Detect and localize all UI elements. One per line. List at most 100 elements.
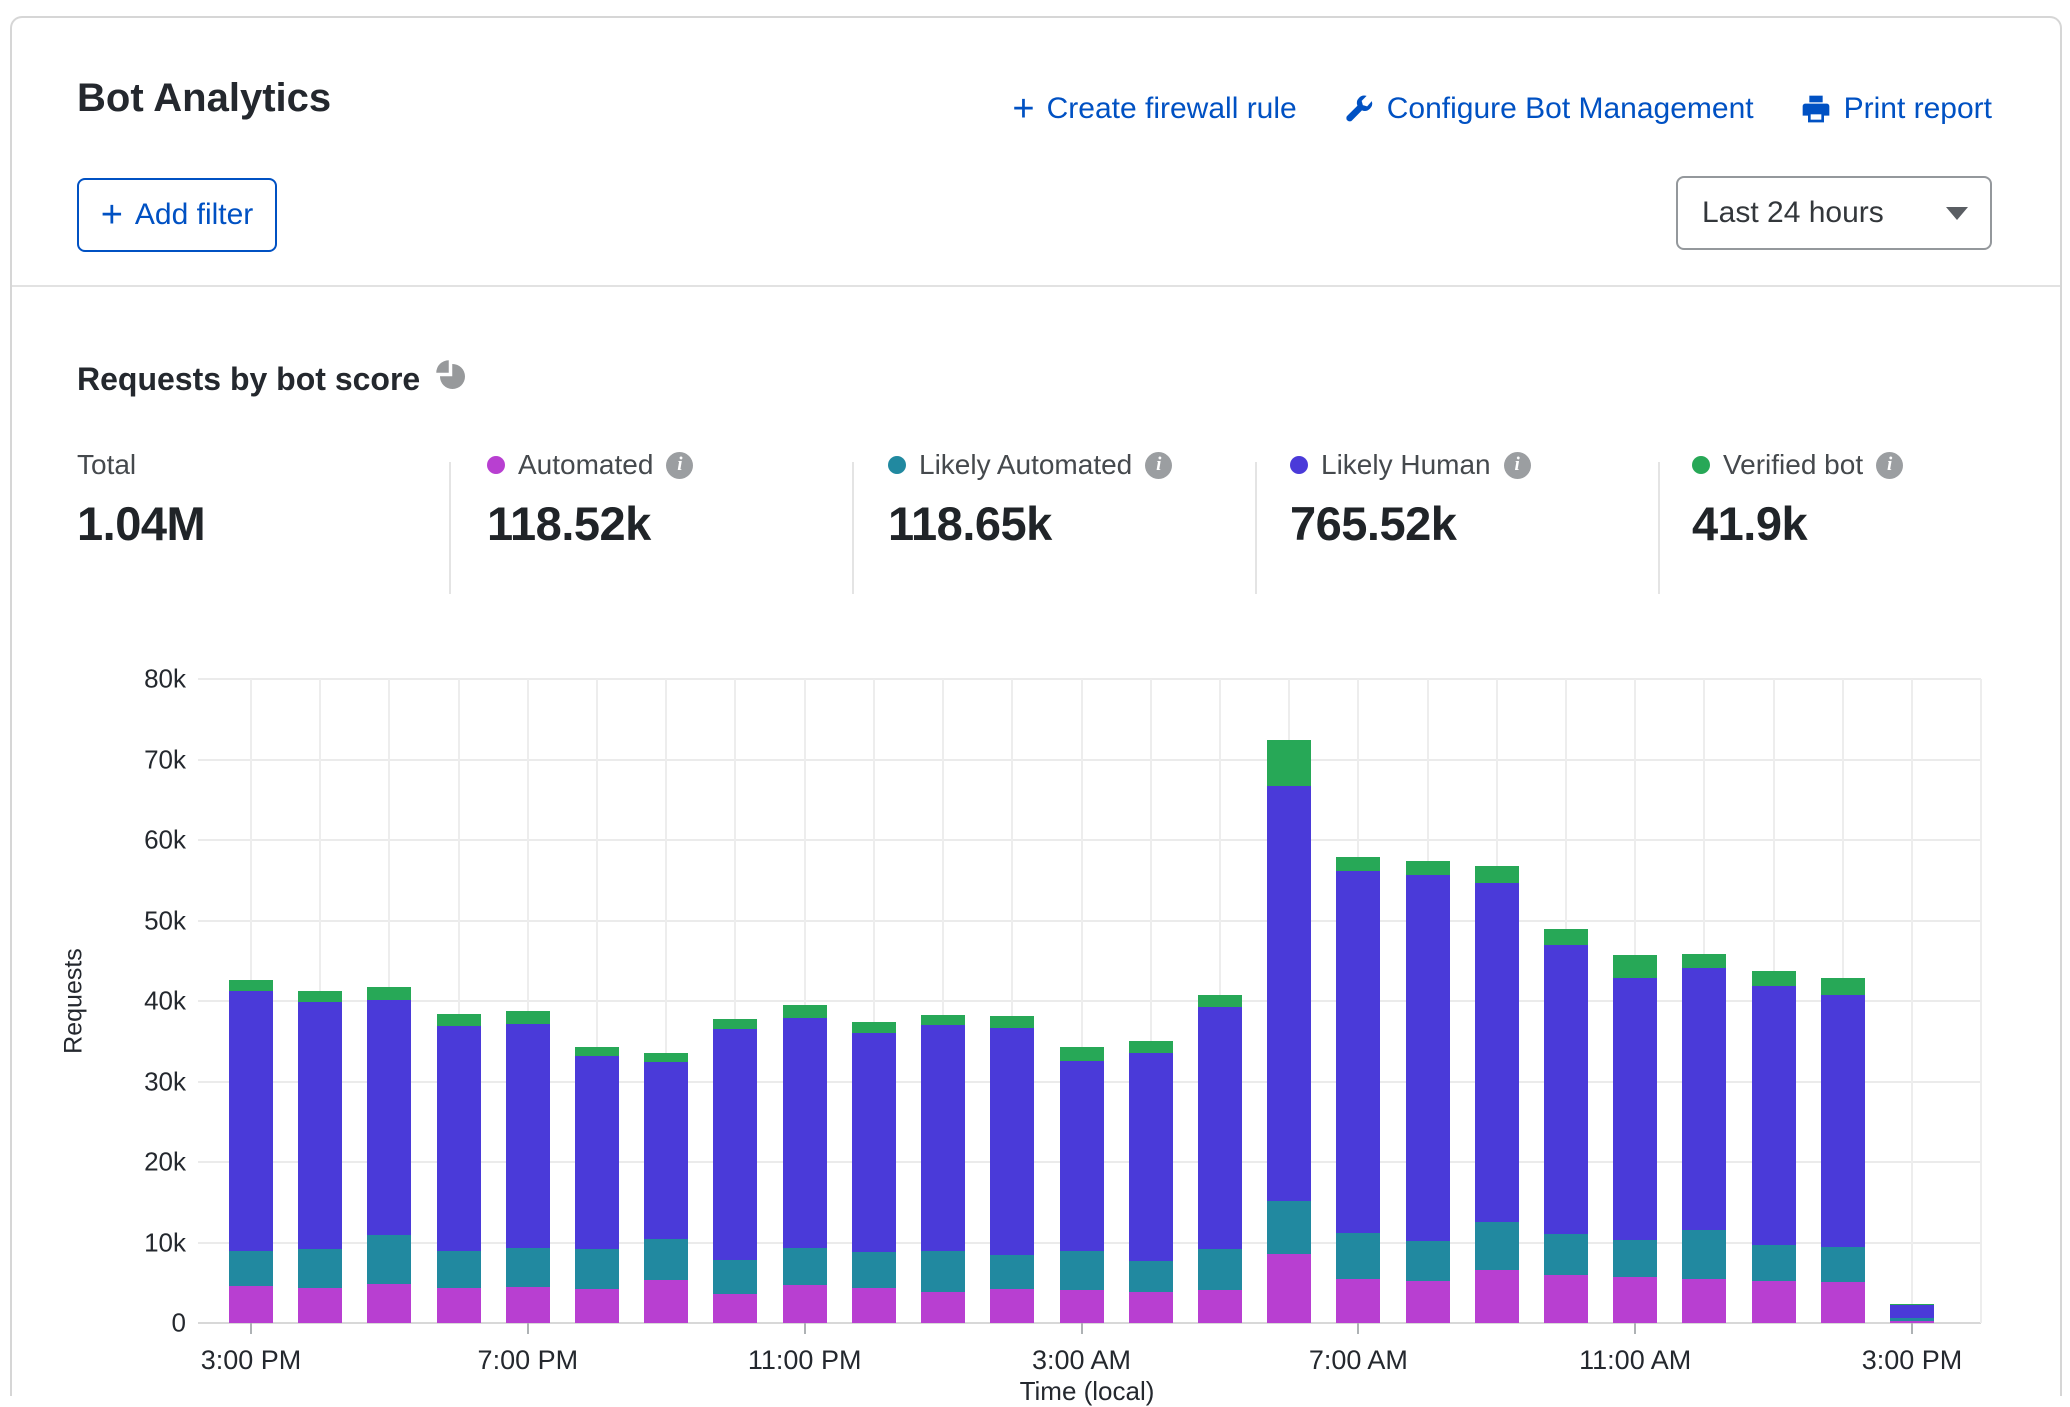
bar-segment[interactable] xyxy=(1336,857,1380,871)
bar-segment[interactable] xyxy=(575,1249,619,1289)
bar-segment[interactable] xyxy=(1752,1281,1796,1323)
bar-segment[interactable] xyxy=(575,1047,619,1056)
info-icon[interactable]: i xyxy=(666,452,693,479)
bar-segment[interactable] xyxy=(713,1294,757,1323)
bar-segment[interactable] xyxy=(1613,1240,1657,1277)
bar-segment[interactable] xyxy=(298,1002,342,1249)
bar-segment[interactable] xyxy=(1198,1249,1242,1290)
bar-segment[interactable] xyxy=(783,1018,827,1248)
bar-segment[interactable] xyxy=(298,1288,342,1323)
bar-segment[interactable] xyxy=(298,1249,342,1288)
bar-segment[interactable] xyxy=(229,991,273,1251)
bar-segment[interactable] xyxy=(852,1022,896,1033)
bar-segment[interactable] xyxy=(990,1289,1034,1323)
info-icon[interactable]: i xyxy=(1504,452,1531,479)
bar-segment[interactable] xyxy=(1267,786,1311,1201)
print-report-link[interactable]: Print report xyxy=(1800,92,1992,126)
bar-segment[interactable] xyxy=(1060,1047,1104,1061)
bar-segment[interactable] xyxy=(1475,1270,1519,1323)
bar-segment[interactable] xyxy=(298,991,342,1001)
bar-segment[interactable] xyxy=(1544,1234,1588,1274)
bar-segment[interactable] xyxy=(852,1252,896,1287)
bar-segment[interactable] xyxy=(1060,1251,1104,1290)
info-icon[interactable]: i xyxy=(1145,452,1172,479)
bar-segment[interactable] xyxy=(1613,978,1657,1240)
bar-segment[interactable] xyxy=(1060,1290,1104,1323)
bar-segment[interactable] xyxy=(1475,866,1519,883)
bar-segment[interactable] xyxy=(1129,1261,1173,1292)
bar-segment[interactable] xyxy=(713,1019,757,1029)
bar-segment[interactable] xyxy=(506,1011,550,1023)
bar-segment[interactable] xyxy=(1821,1282,1865,1323)
bar-segment[interactable] xyxy=(1682,954,1726,968)
bar-segment[interactable] xyxy=(1198,995,1242,1006)
bar-segment[interactable] xyxy=(1682,968,1726,1230)
bar-segment[interactable] xyxy=(783,1005,827,1018)
bar-segment[interactable] xyxy=(1267,1201,1311,1253)
bar-segment[interactable] xyxy=(229,980,273,990)
time-range-dropdown[interactable]: Last 24 hours xyxy=(1676,176,1992,250)
bar-segment[interactable] xyxy=(367,1284,411,1323)
bar-segment[interactable] xyxy=(921,1292,965,1323)
bar-segment[interactable] xyxy=(367,1000,411,1235)
bar-segment[interactable] xyxy=(1060,1061,1104,1252)
bar-segment[interactable] xyxy=(1682,1279,1726,1323)
bar-segment[interactable] xyxy=(506,1287,550,1323)
bar-segment[interactable] xyxy=(506,1248,550,1287)
bar-segment[interactable] xyxy=(1613,1277,1657,1323)
bar-segment[interactable] xyxy=(1890,1318,1934,1320)
bar-segment[interactable] xyxy=(437,1288,481,1323)
bar-segment[interactable] xyxy=(713,1260,757,1294)
bar-segment[interactable] xyxy=(644,1280,688,1323)
bar-segment[interactable] xyxy=(921,1025,965,1250)
bar-segment[interactable] xyxy=(1544,929,1588,946)
bar-segment[interactable] xyxy=(367,987,411,1000)
bar-segment[interactable] xyxy=(852,1033,896,1252)
bar-segment[interactable] xyxy=(644,1239,688,1280)
bar-segment[interactable] xyxy=(1475,883,1519,1222)
bar-segment[interactable] xyxy=(1406,1281,1450,1323)
bar-segment[interactable] xyxy=(1267,1254,1311,1323)
bar-segment[interactable] xyxy=(1198,1290,1242,1323)
bar-segment[interactable] xyxy=(1336,1279,1380,1323)
bar-segment[interactable] xyxy=(367,1235,411,1283)
bar-segment[interactable] xyxy=(1752,1245,1796,1281)
bar-segment[interactable] xyxy=(229,1251,273,1286)
bar-segment[interactable] xyxy=(1821,1247,1865,1282)
bar-segment[interactable] xyxy=(1613,955,1657,978)
add-filter-button[interactable]: + Add filter xyxy=(77,178,277,252)
configure-bot-management-link[interactable]: Configure Bot Management xyxy=(1343,92,1754,126)
bar-segment[interactable] xyxy=(1406,875,1450,1240)
bar-segment[interactable] xyxy=(783,1285,827,1323)
bar-segment[interactable] xyxy=(506,1024,550,1249)
bar-segment[interactable] xyxy=(1821,995,1865,1247)
bar-segment[interactable] xyxy=(990,1255,1034,1290)
bar-segment[interactable] xyxy=(437,1014,481,1026)
bar-segment[interactable] xyxy=(1821,978,1865,995)
bar-segment[interactable] xyxy=(1129,1041,1173,1052)
bar-segment[interactable] xyxy=(1475,1222,1519,1270)
bar-segment[interactable] xyxy=(713,1029,757,1260)
bar-segment[interactable] xyxy=(921,1251,965,1292)
bar-segment[interactable] xyxy=(852,1288,896,1323)
bar-segment[interactable] xyxy=(1267,740,1311,786)
stacked-bar-chart[interactable]: 010k20k30k40k50k60k70k80k3:00 PM7:00 PM1… xyxy=(202,679,1981,1323)
info-icon[interactable]: i xyxy=(1876,452,1903,479)
bar-segment[interactable] xyxy=(1544,945,1588,1234)
bar-segment[interactable] xyxy=(990,1016,1034,1027)
bar-segment[interactable] xyxy=(644,1062,688,1239)
bar-segment[interactable] xyxy=(1336,871,1380,1233)
bar-segment[interactable] xyxy=(575,1289,619,1323)
bar-segment[interactable] xyxy=(1752,971,1796,985)
bar-segment[interactable] xyxy=(229,1286,273,1323)
bar-segment[interactable] xyxy=(1406,1241,1450,1281)
bar-segment[interactable] xyxy=(1129,1053,1173,1261)
bar-segment[interactable] xyxy=(921,1015,965,1025)
bar-segment[interactable] xyxy=(1752,986,1796,1245)
bar-segment[interactable] xyxy=(1682,1230,1726,1278)
bar-segment[interactable] xyxy=(1406,861,1450,875)
bar-segment[interactable] xyxy=(437,1251,481,1288)
bar-segment[interactable] xyxy=(1544,1275,1588,1323)
bar-segment[interactable] xyxy=(1890,1304,1934,1305)
bar-segment[interactable] xyxy=(1129,1292,1173,1323)
